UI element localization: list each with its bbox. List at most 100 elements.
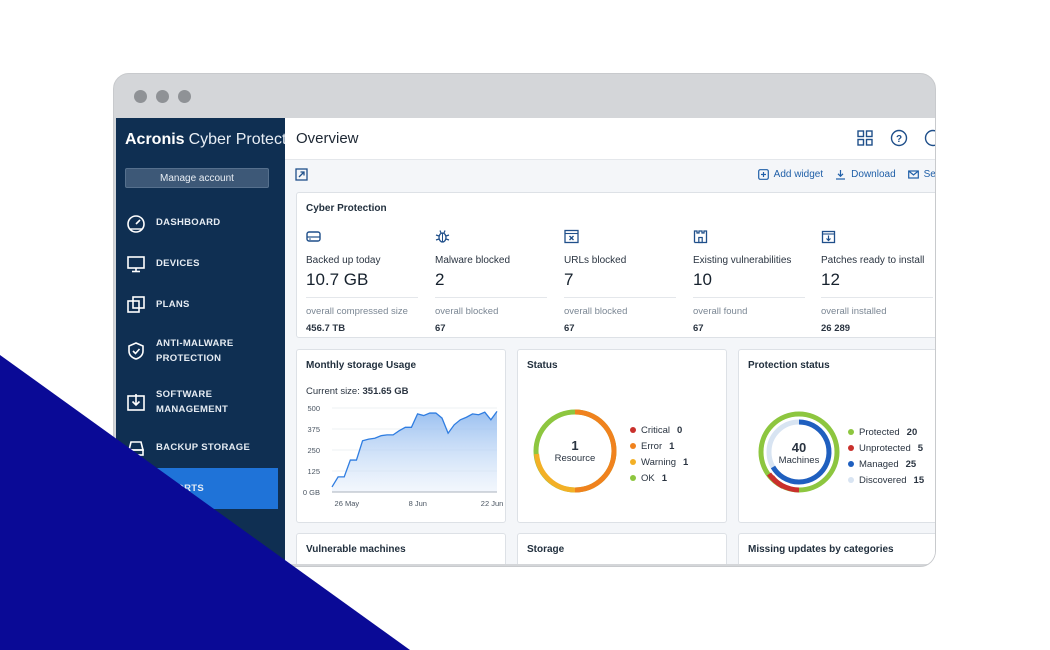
sidebar-item-backup-storage[interactable]: BACKUP STORAGE: [116, 427, 285, 468]
brand-name: Acronis: [125, 131, 185, 148]
legend-dot: [630, 443, 636, 449]
edit-layout-icon[interactable]: [295, 168, 309, 182]
metric-patches: Patches ready to install 12 overall inst…: [821, 229, 933, 334]
gauge-icon: [125, 212, 147, 234]
legend-dot: [848, 461, 854, 467]
plans-icon: [125, 294, 147, 316]
metric-vulnerabilities: Existing vulnerabilities 10 overall foun…: [693, 229, 805, 334]
status-legend: Critical 0 Error 1 Warning 1 OK 1: [630, 422, 688, 486]
legend-dot: [848, 477, 854, 483]
storage-widget: Storage: [517, 533, 727, 564]
account-icon[interactable]: [923, 128, 935, 148]
protection-center-label: Machines: [778, 455, 820, 466]
metric-sub-label: overall installed: [821, 306, 887, 317]
legend-dot: [848, 429, 854, 435]
metric-label: Existing vulnerabilities: [693, 255, 792, 266]
legend-value: 1: [661, 472, 668, 484]
sidebar-item-plans[interactable]: PLANS: [116, 284, 285, 325]
status-widget: Status 1 Resource Critical 0 Error 1 War…: [517, 349, 727, 523]
add-widget-button[interactable]: Add widget: [757, 169, 823, 180]
metric-divider: [435, 297, 547, 298]
metric-sub-value: 67: [564, 323, 575, 334]
metric-sub-label: overall found: [693, 306, 748, 317]
metric-sub-label: overall blocked: [564, 306, 628, 317]
sidebar-item-label: PLANS: [156, 299, 190, 310]
widget-title: Status: [527, 360, 558, 371]
y-tick-label: 250: [307, 446, 320, 455]
sidebar-item-software[interactable]: SOFTWARE MANAGEMENT: [116, 376, 285, 427]
download-icon: [836, 170, 846, 180]
metric-value: 12: [821, 270, 840, 289]
window-close-dot[interactable]: [134, 89, 147, 103]
legend-dot: [630, 459, 636, 465]
window-titlebar: [114, 74, 935, 118]
download-button[interactable]: Download: [835, 169, 896, 180]
legend-label: Protected: [859, 426, 900, 438]
sidebar-item-label: SOFTWARE MANAGEMENT: [156, 388, 229, 415]
database-icon: [125, 437, 147, 459]
sidebar-item-label: BACKUP STORAGE: [156, 442, 251, 453]
toolbar-actions: Add widget Download Send: [757, 169, 935, 180]
metric-sub-value: 67: [693, 323, 704, 334]
metric-label: Patches ready to install: [821, 255, 925, 266]
grid-icon[interactable]: [855, 128, 875, 148]
mail-icon: [907, 170, 919, 179]
download-label: Download: [851, 169, 896, 180]
send-button[interactable]: Send: [907, 169, 935, 180]
metric-urls: URLs blocked 7 overall blocked 67: [564, 229, 676, 334]
window-maximize-dot[interactable]: [178, 89, 191, 103]
area-fill: [332, 411, 497, 492]
current-size-value: 351.65 GB: [362, 386, 409, 397]
top-icons: ?: [855, 128, 935, 148]
sidebar-item-devices[interactable]: DEVICES: [116, 243, 285, 284]
protection-legend: Protected 20 Unprotected 5 Managed 25 Di…: [848, 424, 924, 488]
help-icon[interactable]: ?: [889, 128, 909, 148]
window-minimize-dot[interactable]: [156, 89, 169, 103]
metric-value: 10.7 GB: [306, 270, 369, 289]
x-tick-label: 8 Jun: [409, 499, 427, 508]
metric-label: Backed up today: [306, 255, 381, 266]
legend-value: 0: [677, 424, 683, 436]
metric-value: 2: [435, 270, 445, 289]
monthly-storage-widget: Monthly storage Usage Current size: 351.…: [296, 349, 506, 523]
legend-item-ok: OK 1: [630, 470, 688, 486]
widget-title: Storage: [527, 544, 565, 555]
manage-account-button[interactable]: Manage account: [125, 168, 269, 188]
sidebar-item-anti-malware[interactable]: ANTI-MALWARE PROTECTION: [116, 325, 285, 376]
y-tick-label: 500: [307, 404, 320, 413]
legend-item-critical: Critical 0: [630, 422, 688, 438]
sidebar-item-reports[interactable]: REPORTS: [116, 468, 278, 509]
protection-center: 40 Machines: [757, 440, 841, 466]
top-bar: Overview ?: [285, 118, 935, 160]
legend-value: 5: [917, 442, 924, 454]
protection-center-value: 40: [791, 440, 807, 455]
sidebar-item-label: DASHBOARD: [156, 217, 221, 228]
monitor-icon: [125, 253, 147, 275]
legend-dot: [848, 445, 854, 451]
legend-item-discovered: Discovered 15: [848, 472, 924, 488]
legend-dot: [630, 427, 636, 433]
legend-label: Warning: [641, 456, 677, 468]
metric-sub-value: 26 289: [821, 323, 851, 334]
widget-title: Protection status: [748, 360, 830, 371]
widget-title: Vulnerable machines: [306, 544, 406, 555]
sidebar-item-dashboard[interactable]: DASHBOARD: [116, 202, 285, 243]
bug-icon: [435, 229, 547, 247]
legend-label: Managed: [859, 458, 899, 470]
widget-title: Cyber Protection: [306, 203, 387, 214]
metric-divider: [693, 297, 805, 298]
sidebar-item-label: REPORTS: [156, 483, 205, 494]
metric-malware: Malware blocked 2 overall blocked 67: [435, 229, 547, 334]
metric-sub-value: 67: [435, 323, 446, 334]
legend-item-protected: Protected 20: [848, 424, 924, 440]
legend-label: Error: [641, 440, 663, 452]
legend-item-warning: Warning 1: [630, 454, 688, 470]
stage: Acronis Cyber Protect Manage account DAS…: [0, 0, 1050, 650]
widget-title: Missing updates by categories: [748, 544, 894, 555]
legend-label: Critical: [641, 424, 671, 436]
storage-chart: 0 GB 125 250 375 500 26 May 8 Jun 22 Jun: [303, 404, 503, 508]
legend-value: 25: [905, 458, 917, 470]
metric-backed-up: Backed up today 10.7 GB overall compress…: [306, 229, 418, 334]
legend-dot: [630, 475, 636, 481]
legend-value: 20: [906, 426, 918, 438]
